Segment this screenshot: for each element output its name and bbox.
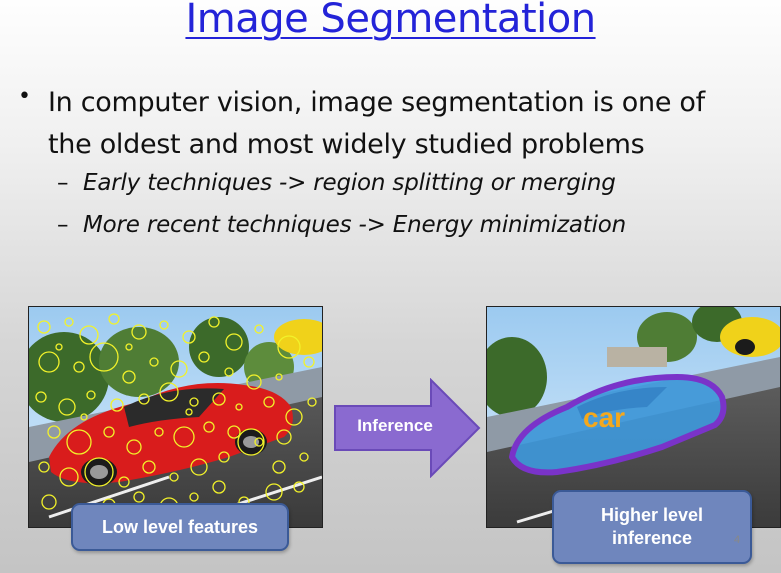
higher-level-line1: Higher level — [600, 505, 704, 525]
inference-label: Inference — [357, 416, 433, 435]
bullet-text: In computer vision, image segmentation i… — [48, 87, 705, 160]
feature-image — [28, 306, 323, 528]
inference-arrow: Inference — [333, 377, 483, 479]
sub-bullet-text: More recent techniques -> Energy minimiz… — [83, 212, 627, 238]
low-level-features-label: Low level features — [71, 503, 289, 551]
sub-bullet-1: – Early techniques -> region splitting or… — [57, 170, 616, 196]
bullet-dot: • — [18, 84, 31, 109]
car-label: car — [583, 402, 625, 433]
sub-bullet-dash: – — [57, 170, 69, 196]
sub-bullet-2: – More recent techniques -> Energy minimi… — [57, 212, 626, 238]
feature-image-drawing — [29, 307, 322, 527]
sub-bullet-dash: – — [57, 212, 69, 238]
sub-bullet-text: Early techniques -> region splitting or … — [83, 170, 616, 196]
higher-level-line2: inference — [611, 528, 693, 548]
slide-title: Image Segmentation — [185, 0, 596, 42]
higher-level-inference-label: Higher level inference — [552, 490, 752, 564]
page-number: 4 — [734, 534, 741, 546]
